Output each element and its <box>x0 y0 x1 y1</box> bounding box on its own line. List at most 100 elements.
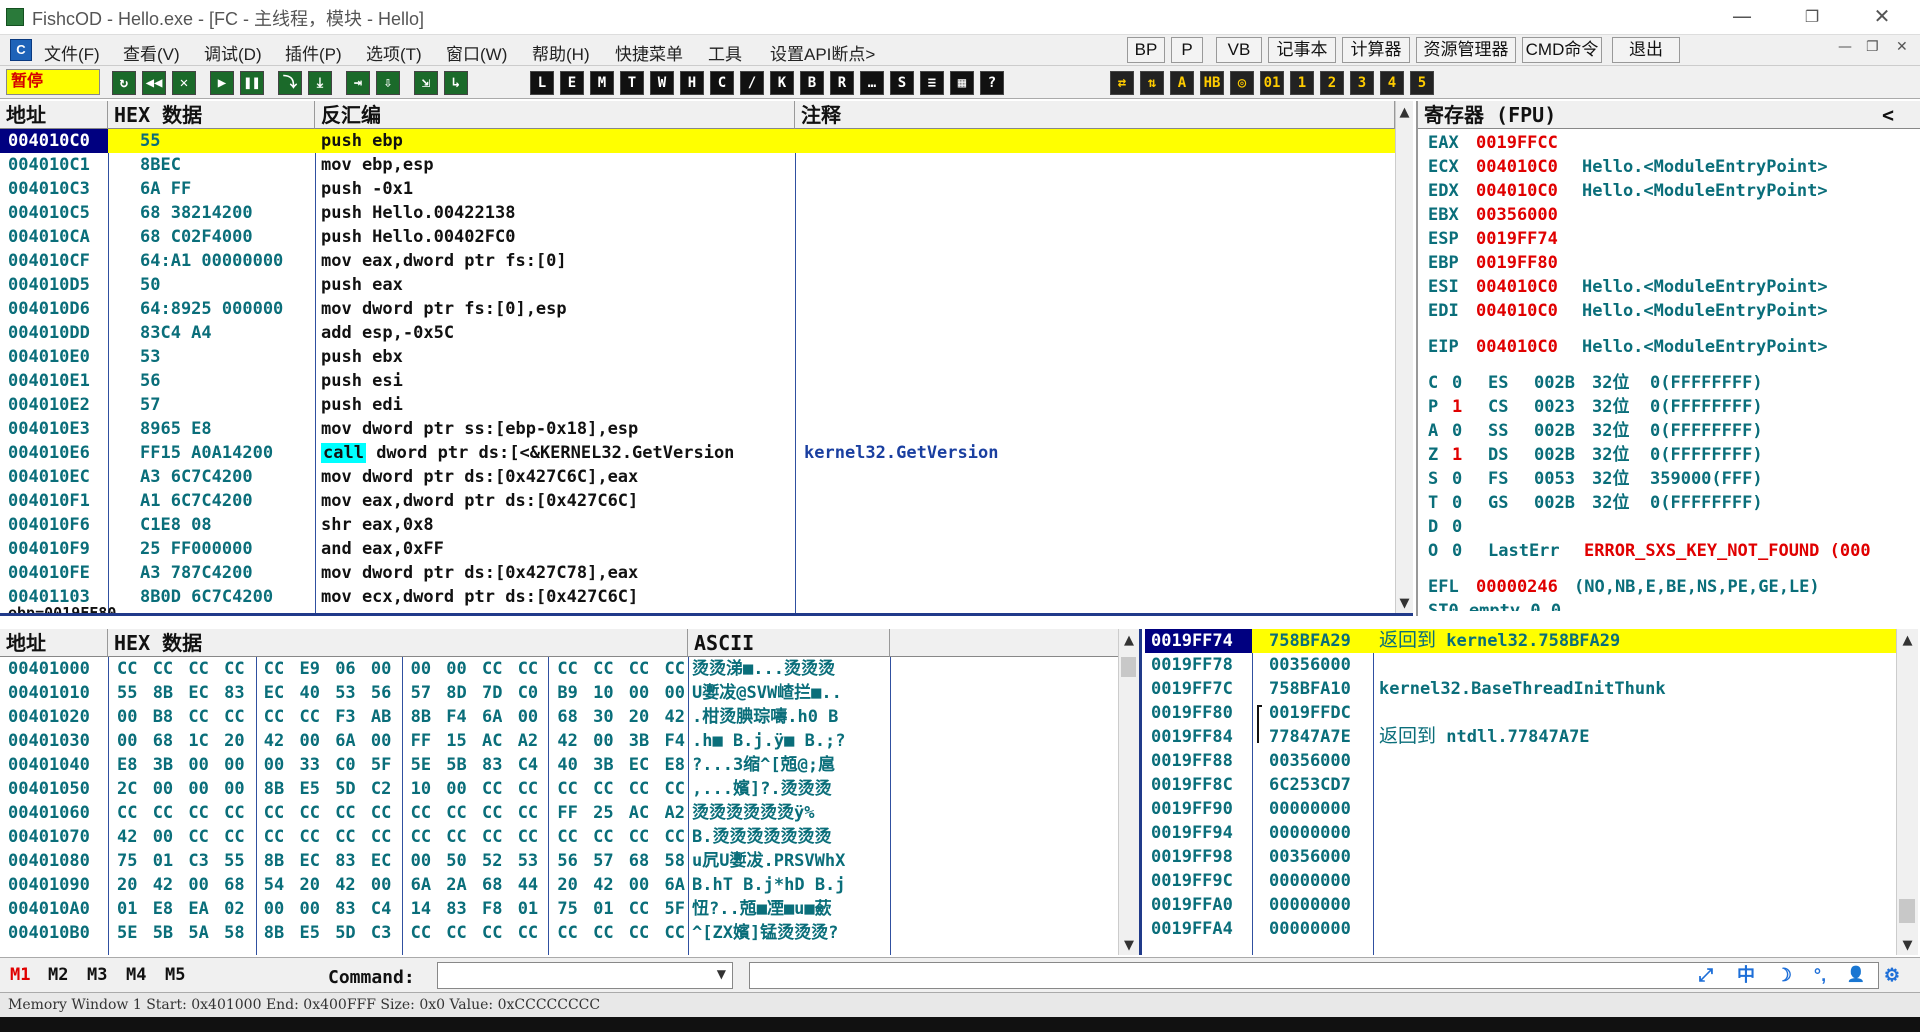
m3-button[interactable]: M3 <box>87 965 107 985</box>
disasm-row[interactable]: 004010E2 57 push edi <box>0 393 1395 417</box>
dump-byte[interactable]: CC <box>153 657 173 681</box>
dump-byte[interactable]: 5D <box>335 777 355 801</box>
stack-scrollbar[interactable]: ▲ ▼ <box>1896 629 1918 955</box>
disasm-row[interactable]: 004010CF 64:A1 00000000 mov eax,dword ptr … <box>0 249 1395 273</box>
stack-row[interactable]: 0019FF90 00000000 <box>1145 797 1896 821</box>
tool-a-button-8[interactable]: ⇩ <box>376 71 400 95</box>
dump-byte[interactable]: E5 <box>300 921 320 945</box>
dump-byte[interactable]: 68 <box>629 849 649 873</box>
dump-row[interactable]: 00401030 00 68 1C 20 42 00 6A 00 FF 15 AC A2 42 00 3B F4… <box>0 729 1118 753</box>
dump-byte[interactable]: FF <box>557 801 577 825</box>
stack-scroll-up-icon[interactable]: ▲ <box>1897 633 1918 648</box>
collapse-icon[interactable]: < <box>1882 101 1894 128</box>
dump-byte[interactable]: CC <box>629 777 649 801</box>
dump-byte[interactable]: 00 <box>117 729 137 753</box>
dump-byte[interactable]: 5B <box>153 921 173 945</box>
dump-byte[interactable]: EC <box>371 849 391 873</box>
dump-byte[interactable]: 42 <box>665 705 685 729</box>
dump-byte[interactable]: CC <box>665 921 685 945</box>
tool-b-button-1[interactable]: E <box>560 71 584 95</box>
dump-byte[interactable]: CC <box>371 801 391 825</box>
dump-byte[interactable]: 8B <box>411 705 431 729</box>
dump-row[interactable]: 00401090 20 42 00 68 54 20 42 00 6A 2A 68 44 20 42 00 6A… <box>0 873 1118 897</box>
stack-row[interactable]: 0019FF78 00356000 <box>1145 653 1896 677</box>
tool-b-button-13[interactable]: ≡ <box>920 71 944 95</box>
dump-byte[interactable]: 00 <box>593 729 613 753</box>
dump-byte[interactable]: 3B <box>153 753 173 777</box>
register-row[interactable]: EAX 0019FFCC <box>1428 131 1918 155</box>
dump-byte[interactable]: CC <box>300 705 320 729</box>
col-header-comment[interactable]: 注释 <box>795 101 1395 129</box>
dump-byte[interactable]: CC <box>665 657 685 681</box>
mdi-minimize-icon[interactable]: — <box>1838 39 1852 55</box>
dump-byte[interactable]: B8 <box>153 705 173 729</box>
dump-byte[interactable]: 20 <box>629 705 649 729</box>
stack-row[interactable]: 0019FF9C 00000000 <box>1145 869 1896 893</box>
dump-byte[interactable]: 00 <box>446 657 466 681</box>
dump-byte[interactable]: 00 <box>224 753 244 777</box>
tool-c-button-5[interactable]: 01 <box>1260 71 1284 95</box>
tool-b-button-11[interactable]: … <box>860 71 884 95</box>
tool-b-button-4[interactable]: W <box>650 71 674 95</box>
dump-byte[interactable]: E5 <box>300 777 320 801</box>
tool-a-button-0[interactable]: ↻ <box>112 71 136 95</box>
menu-tools[interactable]: 工具 <box>708 40 742 65</box>
flag-row[interactable]: T 0 GS 002B 32位 0(FFFFFFFF) <box>1428 491 1918 515</box>
dump-row[interactable]: 00401060 CC CC CC CC CC CC CC CC CC CC CC CC FF 25 AC A2… <box>0 801 1118 825</box>
disasm-row[interactable]: 004010D6 64:8925 000000 mov dword ptr fs:[… <box>0 297 1395 321</box>
menu-window[interactable]: 窗口(W) <box>446 40 507 65</box>
dump-byte[interactable]: 02 <box>224 897 244 921</box>
menu-set-api-breakpoint[interactable]: 设置API断点> <box>770 40 875 65</box>
flag-row[interactable]: Z 1 DS 002B 32位 0(FFFFFFFF) <box>1428 443 1918 467</box>
dump-row[interactable]: 004010A0 01 E8 EA 02 00 00 83 C4 14 83 F8 01 75 01 CC 5F… <box>0 897 1118 921</box>
dump-byte[interactable]: FF <box>411 729 431 753</box>
dump-byte[interactable]: 8B <box>264 921 284 945</box>
dump-row[interactable]: 00401000 CC CC CC CC CC E9 06 00 00 00 CC CC CC CC CC CC… <box>0 657 1118 681</box>
disasm-row[interactable]: 004010E3 8965 E8 mov dword ptr ss:[ebp-0x1… <box>0 417 1395 441</box>
dump-byte[interactable]: CC <box>557 657 577 681</box>
dump-row[interactable]: 00401020 00 B8 CC CC CC CC F3 AB 8B F4 6A 00 68 30 20 42… <box>0 705 1118 729</box>
dump-byte[interactable]: 00 <box>371 873 391 897</box>
flag-row[interactable]: S 0 FS 0053 32位 359000(FFF) <box>1428 467 1918 491</box>
dump-byte[interactable]: F3 <box>335 705 355 729</box>
dump-byte[interactable]: C4 <box>518 753 538 777</box>
dump-byte[interactable]: 00 <box>153 777 173 801</box>
dump-byte[interactable]: CC <box>446 921 466 945</box>
dump-byte[interactable]: 6A <box>665 873 685 897</box>
register-row[interactable]: ESP 0019FF74 <box>1428 227 1918 251</box>
dump-byte[interactable]: 01 <box>593 897 613 921</box>
dump-byte[interactable]: CC <box>446 801 466 825</box>
menu-help[interactable]: 帮助(H) <box>532 40 590 65</box>
dump-byte[interactable]: E8 <box>153 897 173 921</box>
dump-byte[interactable]: 83 <box>224 681 244 705</box>
ime-chinese-icon[interactable]: 中 <box>1734 963 1758 987</box>
dump-byte[interactable]: 5F <box>665 897 685 921</box>
disasm-scrollbar[interactable]: ▲ ▼ <box>1395 101 1413 613</box>
dump-byte[interactable]: 53 <box>518 849 538 873</box>
dump-byte[interactable]: 5E <box>411 753 431 777</box>
dump-byte[interactable]: CC <box>153 801 173 825</box>
dump-byte[interactable]: CC <box>264 801 284 825</box>
dump-byte[interactable]: 00 <box>446 777 466 801</box>
flag-row[interactable]: C 0 ES 002B 32位 0(FFFFFFFF) <box>1428 371 1918 395</box>
menu-file[interactable]: 文件(F) <box>44 40 100 65</box>
stack-row[interactable]: 0019FF7C 758BFA10 kernel32.BaseThreadInitT… <box>1145 677 1896 701</box>
tool-b-button-12[interactable]: S <box>890 71 914 95</box>
dump-byte[interactable]: 3B <box>593 753 613 777</box>
register-row[interactable]: EDI 004010C0 Hello.<ModuleEntryPoint> <box>1428 299 1918 323</box>
m2-button[interactable]: M2 <box>48 965 68 985</box>
dump-byte[interactable]: 01 <box>153 849 173 873</box>
dump-byte[interactable]: EC <box>629 753 649 777</box>
dump-byte[interactable]: 54 <box>264 873 284 897</box>
dump-byte[interactable]: 42 <box>264 729 284 753</box>
dump-byte[interactable]: CC <box>482 825 502 849</box>
tool-b-button-14[interactable]: ▦ <box>950 71 974 95</box>
dump-byte[interactable]: 5E <box>117 921 137 945</box>
dump-byte[interactable]: E9 <box>300 657 320 681</box>
dump-byte[interactable]: CC <box>593 657 613 681</box>
dump-byte[interactable]: 68 <box>224 873 244 897</box>
dump-byte[interactable]: CC <box>335 801 355 825</box>
dump-byte[interactable]: 42 <box>557 729 577 753</box>
bp-button[interactable]: BP <box>1127 37 1165 63</box>
dump-byte[interactable]: C0 <box>518 681 538 705</box>
